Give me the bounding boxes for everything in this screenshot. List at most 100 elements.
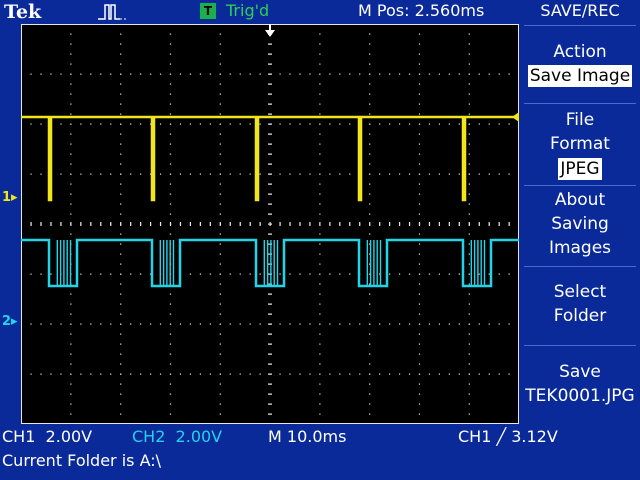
grid-dot [70, 63, 72, 65]
grid-dot [369, 143, 371, 145]
grid-dot [418, 283, 421, 285]
grid-dot [319, 93, 321, 95]
grid-dot [90, 173, 92, 175]
grid-dot [289, 373, 291, 375]
grid-dot [319, 343, 321, 345]
center-tick [268, 183, 272, 185]
grid-dot [279, 323, 281, 325]
grid-dot [299, 73, 301, 75]
grid-dot [478, 73, 480, 75]
grid-dot [120, 143, 122, 145]
grid-dot [169, 353, 172, 355]
center-tick [90, 222, 92, 226]
center-tick [70, 222, 72, 226]
grid-dot [110, 373, 112, 375]
grid-dot [428, 73, 431, 75]
grid-dot [468, 123, 470, 125]
grid-dot [369, 393, 371, 395]
menu-item-label: Format [550, 134, 610, 154]
grid-dot [30, 73, 32, 75]
grid-dot [140, 123, 142, 125]
grid-dot [418, 83, 421, 85]
grid-dot [418, 243, 421, 245]
grid-dot [100, 123, 102, 125]
grid-dot [70, 343, 72, 345]
grid-dot [209, 373, 211, 375]
grid-dot [319, 253, 321, 255]
grid-dot [468, 343, 470, 345]
grid-dot [468, 203, 470, 205]
grid-dot [219, 43, 221, 45]
grid-dot [120, 253, 122, 255]
grid-dot [169, 313, 172, 315]
grid-dot [189, 323, 192, 325]
grid-dot [169, 143, 172, 145]
menu-item-label: About [554, 190, 606, 210]
run-pulse-icon [98, 4, 128, 20]
grid-dot [488, 323, 490, 325]
bottom-status-bar: CH1 2.00V CH2 2.00V M 10.0ms CH1 ╱ 3.12V… [0, 424, 640, 480]
center-tick [478, 222, 480, 226]
grid-dot [219, 303, 221, 305]
grid-dot [120, 363, 122, 365]
grid-dot [319, 33, 321, 35]
grid-dot [249, 323, 251, 325]
grid-dot [339, 273, 341, 275]
grid-dot [219, 263, 221, 265]
center-tick [209, 222, 211, 226]
grid-dot [120, 283, 122, 285]
ch1-scale-readout: CH1 2.00V [2, 427, 93, 446]
grid-dot [120, 293, 122, 295]
grid-dot [488, 373, 490, 375]
grid-dot [508, 323, 510, 325]
grid-dot [219, 73, 221, 75]
grid-dot [408, 323, 411, 325]
grid-dot [349, 73, 351, 75]
grid-dot [289, 73, 291, 75]
grid-dot [369, 53, 371, 55]
center-tick [389, 222, 391, 226]
grid-dot [329, 173, 331, 175]
grid-dot [468, 93, 470, 95]
grid-dot [259, 173, 261, 175]
grid-dot [169, 113, 172, 115]
grid-dot [70, 53, 72, 55]
grid-dot [418, 163, 421, 165]
grid-dot [369, 43, 371, 45]
grid-dot [130, 273, 132, 275]
grid-dot [498, 273, 500, 275]
ch1-marker-label: 1 [2, 190, 12, 205]
grid-dot [120, 213, 122, 215]
center-tick [140, 222, 142, 226]
grid-dot [369, 163, 371, 165]
grid-dot [289, 173, 291, 175]
grid-dot [418, 393, 421, 395]
grid-dot [498, 123, 500, 125]
grid-dot [508, 173, 510, 175]
grid-dot [249, 373, 251, 375]
center-tick [299, 222, 301, 226]
grid-dot [199, 373, 201, 375]
grid-dot [478, 323, 480, 325]
center-tick [268, 53, 272, 55]
grid-dot [219, 373, 221, 375]
grid-dot [169, 373, 172, 375]
grid-dot [369, 363, 371, 365]
grid-dot [120, 33, 122, 35]
grid-dot [169, 213, 172, 215]
ch2-scale-readout: CH2 2.00V [132, 427, 223, 446]
grid-dot [329, 73, 331, 75]
grid-dot [140, 173, 142, 175]
grid-dot [169, 43, 172, 45]
center-tick [268, 113, 272, 115]
grid-dot [219, 393, 221, 395]
center-tick [120, 222, 122, 226]
grid-dot [468, 363, 470, 365]
grid-dot [130, 73, 132, 75]
grid-dot [30, 323, 32, 325]
center-tick [130, 222, 132, 226]
grid-dot [398, 73, 401, 75]
grid-dot [319, 313, 321, 315]
menu-divider [524, 185, 636, 186]
grid-dot [140, 323, 142, 325]
